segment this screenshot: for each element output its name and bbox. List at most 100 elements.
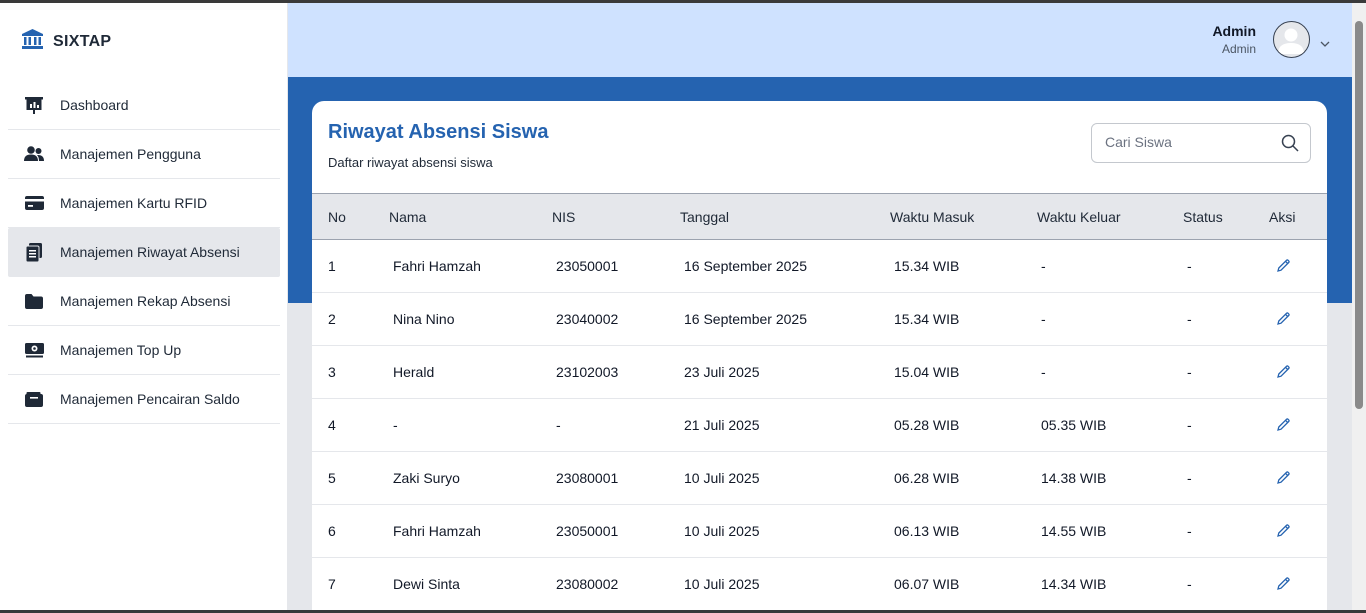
cell-status: -: [1187, 258, 1192, 274]
sidebar-item-dashboard[interactable]: Dashboard: [8, 81, 280, 130]
cell-masuk: 15.34 WIB: [894, 258, 960, 274]
edit-pencil-icon[interactable]: [1273, 309, 1293, 329]
cell-nama: Fahri Hamzah: [393, 258, 481, 274]
cell-nis: 23080001: [556, 470, 619, 486]
cell-nis: 23050001: [556, 523, 619, 539]
cell-status: -: [1187, 523, 1192, 539]
sidebar-item-top-up[interactable]: Manajemen Top Up: [8, 326, 280, 375]
sidebar-item-rfid[interactable]: Manajemen Kartu RFID: [8, 179, 280, 228]
brand[interactable]: SIXTAP: [22, 29, 111, 54]
cell-nama: -: [393, 417, 398, 433]
cell-masuk: 15.34 WIB: [894, 311, 960, 327]
cell-aksi: [1269, 293, 1327, 346]
sidebar: SIXTAP Dashboard Manajemen Pengguna Mana…: [0, 3, 288, 610]
cell-nis: -: [556, 417, 561, 433]
page-subtitle: Daftar riwayat absensi siswa: [328, 155, 493, 170]
cell-tanggal: 16 September 2025: [684, 258, 807, 274]
table-row: 4 - - 21 Juli 2025 05.28 WIB 05.35 WIB -: [312, 399, 1327, 452]
cell-keluar: 05.35 WIB: [1041, 417, 1107, 433]
cell-nis: 23040002: [556, 311, 619, 327]
chart-board-icon: [24, 95, 44, 115]
cell-nis: 23050001: [556, 258, 619, 274]
money-bill-icon: [24, 340, 44, 360]
cell-aksi: [1269, 558, 1327, 611]
col-header-nis: NIS: [552, 208, 576, 225]
search-icon[interactable]: [1281, 134, 1299, 157]
bank-icon: [22, 29, 43, 54]
edit-pencil-icon[interactable]: [1273, 256, 1293, 276]
cell-no: 4: [328, 417, 336, 433]
cell-tanggal: 21 Juli 2025: [684, 417, 760, 433]
col-header-no: No: [328, 208, 346, 225]
table-row: 3 Herald 23102003 23 Juli 2025 15.04 WIB - -: [312, 346, 1327, 399]
user-info[interactable]: Admin Admin: [1212, 23, 1256, 56]
edit-pencil-icon[interactable]: [1273, 468, 1293, 488]
cell-aksi: [1269, 505, 1327, 558]
scrollbar-thumb[interactable]: [1355, 21, 1363, 409]
cell-keluar: 14.55 WIB: [1041, 523, 1107, 539]
user-name: Admin: [1212, 23, 1256, 39]
table-row: 5 Zaki Suryo 23080001 10 Juli 2025 06.28 WIB…: [312, 452, 1327, 505]
users-icon: [24, 144, 44, 164]
cell-tanggal: 10 Juli 2025: [684, 523, 760, 539]
cell-no: 3: [328, 364, 336, 380]
cell-tanggal: 10 Juli 2025: [684, 470, 760, 486]
sidebar-item-label: Manajemen Kartu RFID: [60, 195, 208, 211]
cell-nis: 23102003: [556, 364, 619, 380]
cell-nama: Zaki Suryo: [393, 470, 460, 486]
cell-aksi: [1269, 399, 1327, 452]
app-frame: SIXTAP Dashboard Manajemen Pengguna Mana…: [0, 3, 1352, 610]
wallet-icon: [24, 389, 44, 409]
cell-keluar: -: [1041, 311, 1046, 327]
cell-status: -: [1187, 470, 1192, 486]
sidebar-item-label: Manajemen Pengguna: [60, 146, 201, 162]
cell-no: 6: [328, 523, 336, 539]
cell-keluar: 14.38 WIB: [1041, 470, 1107, 486]
table-row: 6 Fahri Hamzah 23050001 10 Juli 2025 06.13 W…: [312, 505, 1327, 558]
cell-tanggal: 23 Juli 2025: [684, 364, 760, 380]
clipboard-list-icon: [24, 242, 44, 262]
col-header-nama: Nama: [389, 208, 427, 225]
edit-pencil-icon[interactable]: [1273, 362, 1293, 382]
sidebar-item-label: Manajemen Rekap Absensi: [60, 293, 231, 309]
scrollbar[interactable]: [1352, 3, 1366, 610]
cell-keluar: 14.34 WIB: [1041, 576, 1107, 592]
cell-aksi: [1269, 240, 1327, 293]
cell-aksi: [1269, 452, 1327, 505]
cell-masuk: 06.28 WIB: [894, 470, 960, 486]
sidebar-item-riwayat-absensi[interactable]: Manajemen Riwayat Absensi: [8, 228, 280, 277]
chevron-down-icon[interactable]: [1320, 34, 1330, 52]
attendance-table: No Nama NIS Tanggal Waktu Masuk Waktu Ke…: [312, 193, 1327, 610]
sidebar-item-label: Dashboard: [60, 97, 129, 113]
edit-pencil-icon[interactable]: [1273, 574, 1293, 594]
edit-pencil-icon[interactable]: [1273, 415, 1293, 435]
sidebar-item-label: Manajemen Riwayat Absensi: [60, 244, 240, 260]
cell-masuk: 05.28 WIB: [894, 417, 960, 433]
cell-masuk: 15.04 WIB: [894, 364, 960, 380]
search-input[interactable]: [1105, 134, 1275, 150]
credit-card-icon: [24, 193, 44, 213]
table-header-row: No Nama NIS Tanggal Waktu Masuk Waktu Ke…: [312, 193, 1327, 240]
cell-masuk: 06.07 WIB: [894, 576, 960, 592]
search-box[interactable]: [1091, 123, 1311, 163]
col-header-waktu-masuk: Waktu Masuk: [890, 208, 975, 225]
sidebar-item-pencairan-saldo[interactable]: Manajemen Pencairan Saldo: [8, 375, 280, 424]
top-header: Admin Admin: [288, 3, 1352, 77]
cell-nama: Dewi Sinta: [393, 576, 460, 592]
col-header-aksi: Aksi: [1269, 208, 1296, 225]
folder-icon: [24, 291, 44, 311]
avatar[interactable]: [1273, 21, 1310, 58]
sidebar-item-users[interactable]: Manajemen Pengguna: [8, 130, 280, 179]
cell-status: -: [1187, 364, 1192, 380]
cell-masuk: 06.13 WIB: [894, 523, 960, 539]
page-title: Riwayat Absensi Siswa: [328, 121, 549, 143]
cell-tanggal: 16 September 2025: [684, 311, 807, 327]
col-header-tanggal: Tanggal: [680, 208, 730, 225]
sidebar-item-rekap-absensi[interactable]: Manajemen Rekap Absensi: [8, 277, 280, 326]
cell-nama: Nina Nino: [393, 311, 455, 327]
table-row: 1 Fahri Hamzah 23050001 16 September 2025 15…: [312, 240, 1327, 293]
edit-pencil-icon[interactable]: [1273, 521, 1293, 541]
sidebar-item-label: Manajemen Top Up: [60, 342, 182, 358]
sidebar-menu: Dashboard Manajemen Pengguna Manajemen K…: [8, 81, 280, 424]
cell-keluar: -: [1041, 258, 1046, 274]
